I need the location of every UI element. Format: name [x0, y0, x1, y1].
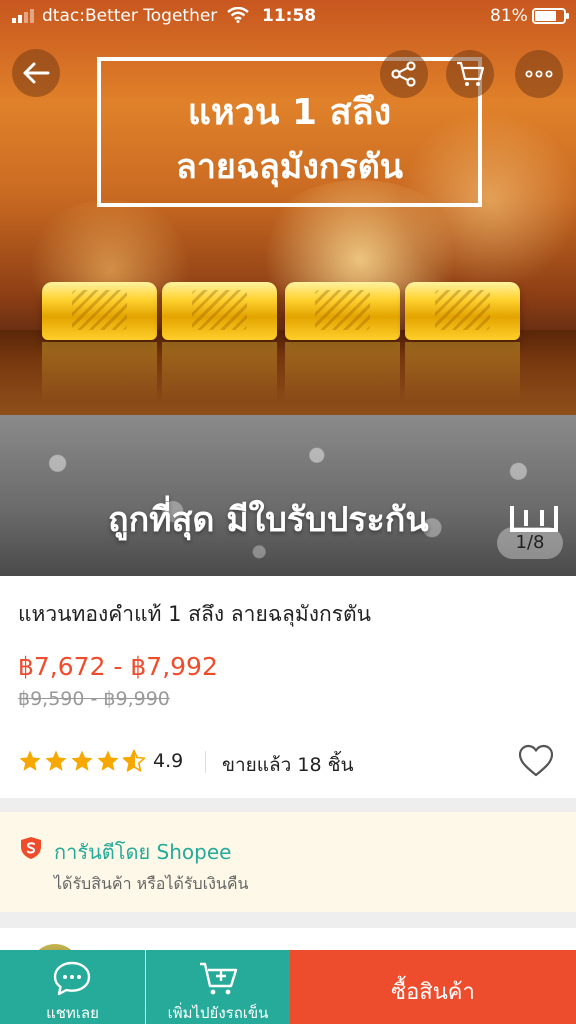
star-half-icon: [122, 749, 146, 772]
shopee-guarantee-banner[interactable]: การันตีโดย Shopee ได้รับสินค้า หรือได้รั…: [0, 812, 576, 912]
chat-bubble-icon: [53, 961, 91, 996]
chat-label: แชทเลย: [46, 1004, 99, 1022]
bottom-action-bar: แชทเลย เพิ่มไปยังรถเข็น ซื้อสินค้า: [0, 950, 576, 1024]
buy-now-button[interactable]: ซื้อสินค้า: [290, 950, 576, 1024]
ring-reflection: [285, 342, 400, 402]
gold-ring: [405, 282, 520, 340]
status-bar: dtac:Better Together 11:58 81%: [0, 0, 576, 32]
product-info-card: แหวนทองคำแท้ 1 สลึง ลายฉลุมังกรตัน ฿7,67…: [0, 576, 576, 798]
product-price: ฿7,672 - ฿7,992: [18, 652, 218, 681]
arrow-left-icon: [23, 62, 50, 84]
star-icon: [45, 750, 67, 771]
rating-value: 4.9: [153, 750, 184, 772]
image-title-line-1: แหวน 1 สลึง: [187, 92, 392, 133]
more-options-button[interactable]: [515, 50, 563, 98]
cellular-signal-icon: [12, 9, 34, 23]
add-to-cart-label: เพิ่มไปยังรถเข็น: [167, 1004, 269, 1022]
share-button[interactable]: [380, 50, 428, 98]
share-icon: [391, 61, 416, 87]
cart-icon: [457, 61, 485, 86]
star-icon: [97, 750, 119, 771]
image-counter: 1/8: [497, 527, 563, 559]
image-promo-text: ถูกที่สุด มีใบรับประกัน: [108, 500, 429, 540]
sold-count: ขายแล้ว 18 ชิ้น: [222, 754, 354, 776]
star-icon: [19, 750, 41, 771]
star-icon: [71, 750, 93, 771]
carrier-name: dtac:Better Together: [42, 6, 218, 26]
add-to-cart-icon: [200, 962, 238, 995]
image-title-line-2: ลายฉลุมังกรตัน: [175, 147, 404, 187]
guarantee-title: การันตีโดย Shopee: [54, 840, 232, 864]
battery-level: [535, 11, 556, 21]
guarantee-subtitle: ได้รับสินค้า หรือได้รับเงินคืน: [54, 874, 249, 893]
wifi-icon: [227, 7, 249, 23]
divider: [205, 751, 206, 773]
gold-ring: [42, 282, 157, 340]
original-price: ฿9,590 - ฿9,990: [18, 688, 170, 710]
add-to-cart-button[interactable]: เพิ่มไปยังรถเข็น: [146, 950, 290, 1024]
more-horizontal-icon: [525, 70, 553, 78]
rating-stars: [18, 749, 146, 773]
cart-button[interactable]: [446, 50, 494, 98]
heart-icon[interactable]: [518, 744, 554, 778]
ring-reflection: [405, 342, 520, 402]
clock: 11:58: [262, 6, 317, 26]
back-button[interactable]: [12, 49, 60, 97]
buy-now-label: ซื้อสินค้า: [391, 980, 475, 1005]
product-title: แหวนทองคำแท้ 1 สลึง ลายฉลุมังกรตัน: [18, 602, 372, 626]
battery-percentage: 81%: [490, 6, 528, 26]
gold-ring: [285, 282, 400, 340]
battery-icon: [532, 8, 569, 24]
product-page: แหวน 1 สลึง ลายฉลุมังกรตัน ถูกที่สุด มีใ…: [0, 0, 576, 1024]
ring-reflection: [162, 342, 277, 402]
shield-icon: [21, 837, 41, 859]
gold-ring: [162, 282, 277, 340]
chat-button[interactable]: แชทเลย: [0, 950, 145, 1024]
ring-reflection: [42, 342, 157, 402]
